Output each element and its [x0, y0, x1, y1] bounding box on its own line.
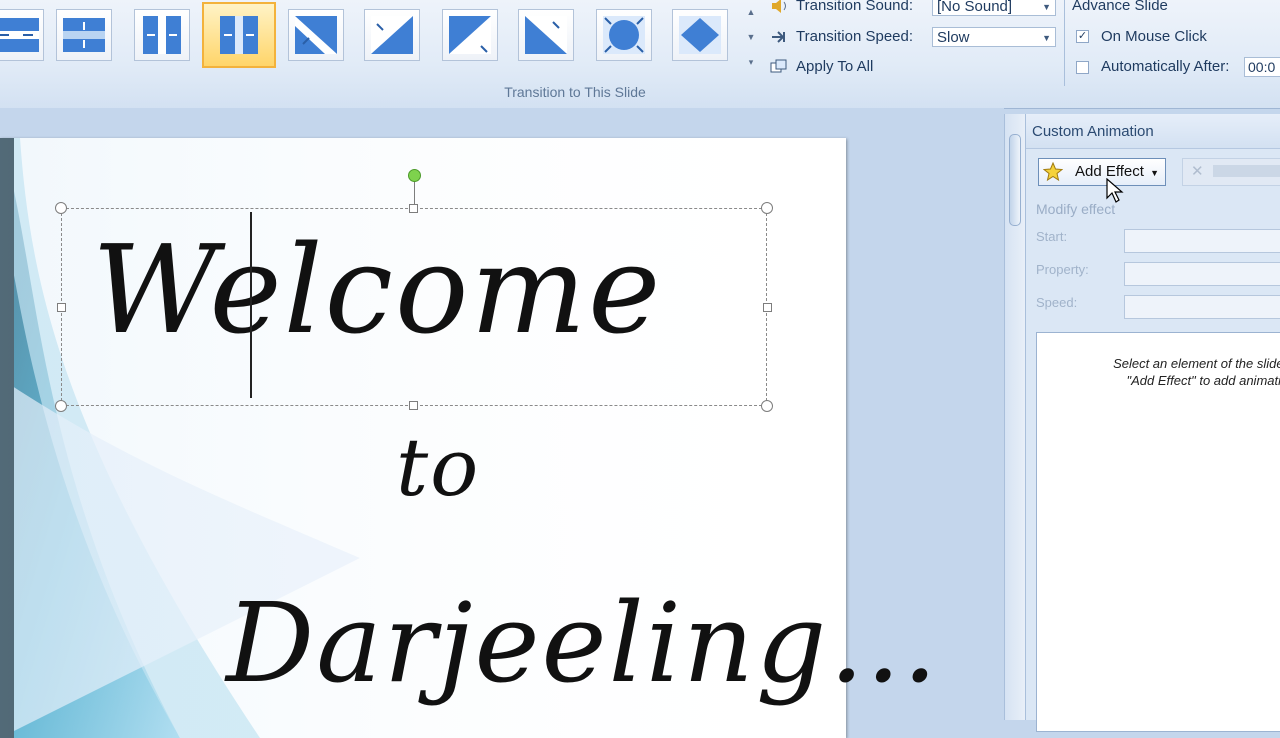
- property-field[interactable]: [1124, 262, 1280, 286]
- split-transition-icon: [0, 18, 39, 52]
- transition-group-label: Transition to This Slide: [504, 84, 646, 100]
- transition-thumb-3[interactable]: [134, 9, 190, 61]
- modify-effect-label: Modify effect: [1036, 201, 1116, 217]
- transition-thumb-2[interactable]: [56, 9, 112, 61]
- apply-to-all-button[interactable]: Apply To All: [770, 55, 873, 79]
- advance-slide-title: Advance Slide: [1072, 0, 1168, 14]
- animation-list[interactable]: Select an element of the slide, the "Add…: [1036, 332, 1280, 732]
- transition-speed-label: Transition Speed:: [796, 28, 914, 45]
- rotate-handle[interactable]: [408, 169, 421, 182]
- resize-handle-bottom-right[interactable]: [761, 400, 773, 412]
- gallery-more-icon[interactable]: ▾: [744, 50, 758, 75]
- resize-handle-top-left[interactable]: [55, 202, 67, 214]
- ribbon: ▲ ▼ ▾ Transition Sound: [No Sound] ▼ Tra…: [0, 0, 1280, 109]
- transition-thumb-7[interactable]: [442, 9, 498, 61]
- split-horizontal-icon: [63, 18, 105, 52]
- custom-animation-pane: Custom Animation Add Effect ▼ ✕ Modify e…: [1026, 114, 1280, 732]
- automatically-after-checkbox[interactable]: [1076, 61, 1089, 74]
- pane-header: Custom Animation: [1026, 114, 1280, 149]
- apply-all-icon: [770, 59, 787, 73]
- gallery-scroll[interactable]: ▲ ▼ ▾: [744, 0, 758, 76]
- strips-right-down-icon: [449, 16, 491, 54]
- resize-handle-top-right[interactable]: [761, 202, 773, 214]
- transition-sound-value: [No Sound]: [937, 0, 1013, 15]
- transition-thumb-1[interactable]: [0, 9, 44, 61]
- pane-title: Custom Animation: [1032, 123, 1154, 140]
- hint-line-2: "Add Effect" to add animation: [1126, 373, 1280, 388]
- gallery-up-arrow-icon[interactable]: ▲: [744, 0, 758, 25]
- speed-icon: [772, 31, 785, 43]
- gallery-down-arrow-icon[interactable]: ▼: [744, 25, 758, 50]
- chevron-down-icon: ▼: [1042, 2, 1051, 12]
- strips-right-up-icon: [525, 16, 567, 54]
- split-vertical-in-icon: [143, 16, 181, 54]
- resize-handle-left[interactable]: [57, 303, 66, 312]
- slide-text-to[interactable]: to: [396, 420, 480, 516]
- automatically-after-label: Automatically After:: [1101, 58, 1230, 75]
- slide-text-darjeeling[interactable]: Darjeeling…: [226, 578, 940, 708]
- strips-left-down-icon: [295, 16, 337, 54]
- shape-diamond-icon: [679, 16, 721, 54]
- mouse-pointer-icon: [1106, 178, 1124, 203]
- animation-hint: Select an element of the slide, the "Add…: [1051, 355, 1280, 389]
- start-field[interactable]: [1124, 229, 1280, 253]
- transition-sound-label: Transition Sound:: [796, 0, 914, 14]
- hint-line-1: Select an element of the slide, the: [1113, 356, 1280, 371]
- resize-handle-top[interactable]: [409, 204, 418, 213]
- speed-label: Speed:: [1036, 295, 1078, 310]
- transition-thumb-6[interactable]: [364, 9, 420, 61]
- transition-thumb-5[interactable]: [288, 9, 344, 61]
- transition-speed-combo[interactable]: Slow ▼: [932, 27, 1056, 47]
- on-mouse-click-label: On Mouse Click: [1101, 28, 1207, 45]
- transition-sound-combo[interactable]: [No Sound] ▼: [932, 0, 1056, 16]
- property-label: Property:: [1036, 262, 1089, 277]
- remove-effect-label-placeholder: [1213, 165, 1280, 177]
- remove-effect-button[interactable]: ✕: [1182, 158, 1280, 186]
- transition-thumb-10[interactable]: [672, 9, 728, 61]
- transition-speed-value: Slow: [937, 29, 970, 46]
- transition-thumb-8[interactable]: [518, 9, 574, 61]
- strips-left-up-icon: [371, 16, 413, 54]
- rotate-handle-stem: [414, 181, 415, 205]
- resize-handle-bottom[interactable]: [409, 401, 418, 410]
- remove-icon: ✕: [1191, 163, 1204, 180]
- resize-handle-right[interactable]: [763, 303, 772, 312]
- task-pane-splitter[interactable]: [1004, 114, 1026, 720]
- split-vertical-out-icon: [220, 16, 258, 54]
- transition-thumb-9[interactable]: [596, 9, 652, 61]
- chevron-down-icon: ▼: [1042, 33, 1051, 43]
- shape-circle-icon: [603, 16, 645, 54]
- add-effect-button[interactable]: Add Effect ▼: [1038, 158, 1166, 186]
- star-icon: [1043, 162, 1063, 182]
- transition-thumb-4-selected[interactable]: [202, 2, 276, 68]
- slide-title-welcome[interactable]: Welcome: [92, 220, 662, 360]
- automatically-after-input[interactable]: 00:0: [1244, 57, 1280, 77]
- group-separator: [1064, 0, 1065, 86]
- start-label: Start:: [1036, 229, 1068, 244]
- apply-to-all-label: Apply To All: [796, 58, 874, 75]
- sound-icon: [772, 0, 786, 14]
- splitter-grip[interactable]: [1009, 134, 1021, 226]
- resize-handle-bottom-left[interactable]: [55, 400, 67, 412]
- chevron-down-icon: ▼: [1150, 168, 1159, 178]
- speed-field[interactable]: [1124, 295, 1280, 319]
- transition-speed-row: Transition Speed:: [770, 25, 913, 49]
- on-mouse-click-checkbox[interactable]: ✓: [1076, 30, 1089, 43]
- text-caret: [250, 212, 252, 398]
- transition-sound-row: Transition Sound:: [770, 0, 913, 18]
